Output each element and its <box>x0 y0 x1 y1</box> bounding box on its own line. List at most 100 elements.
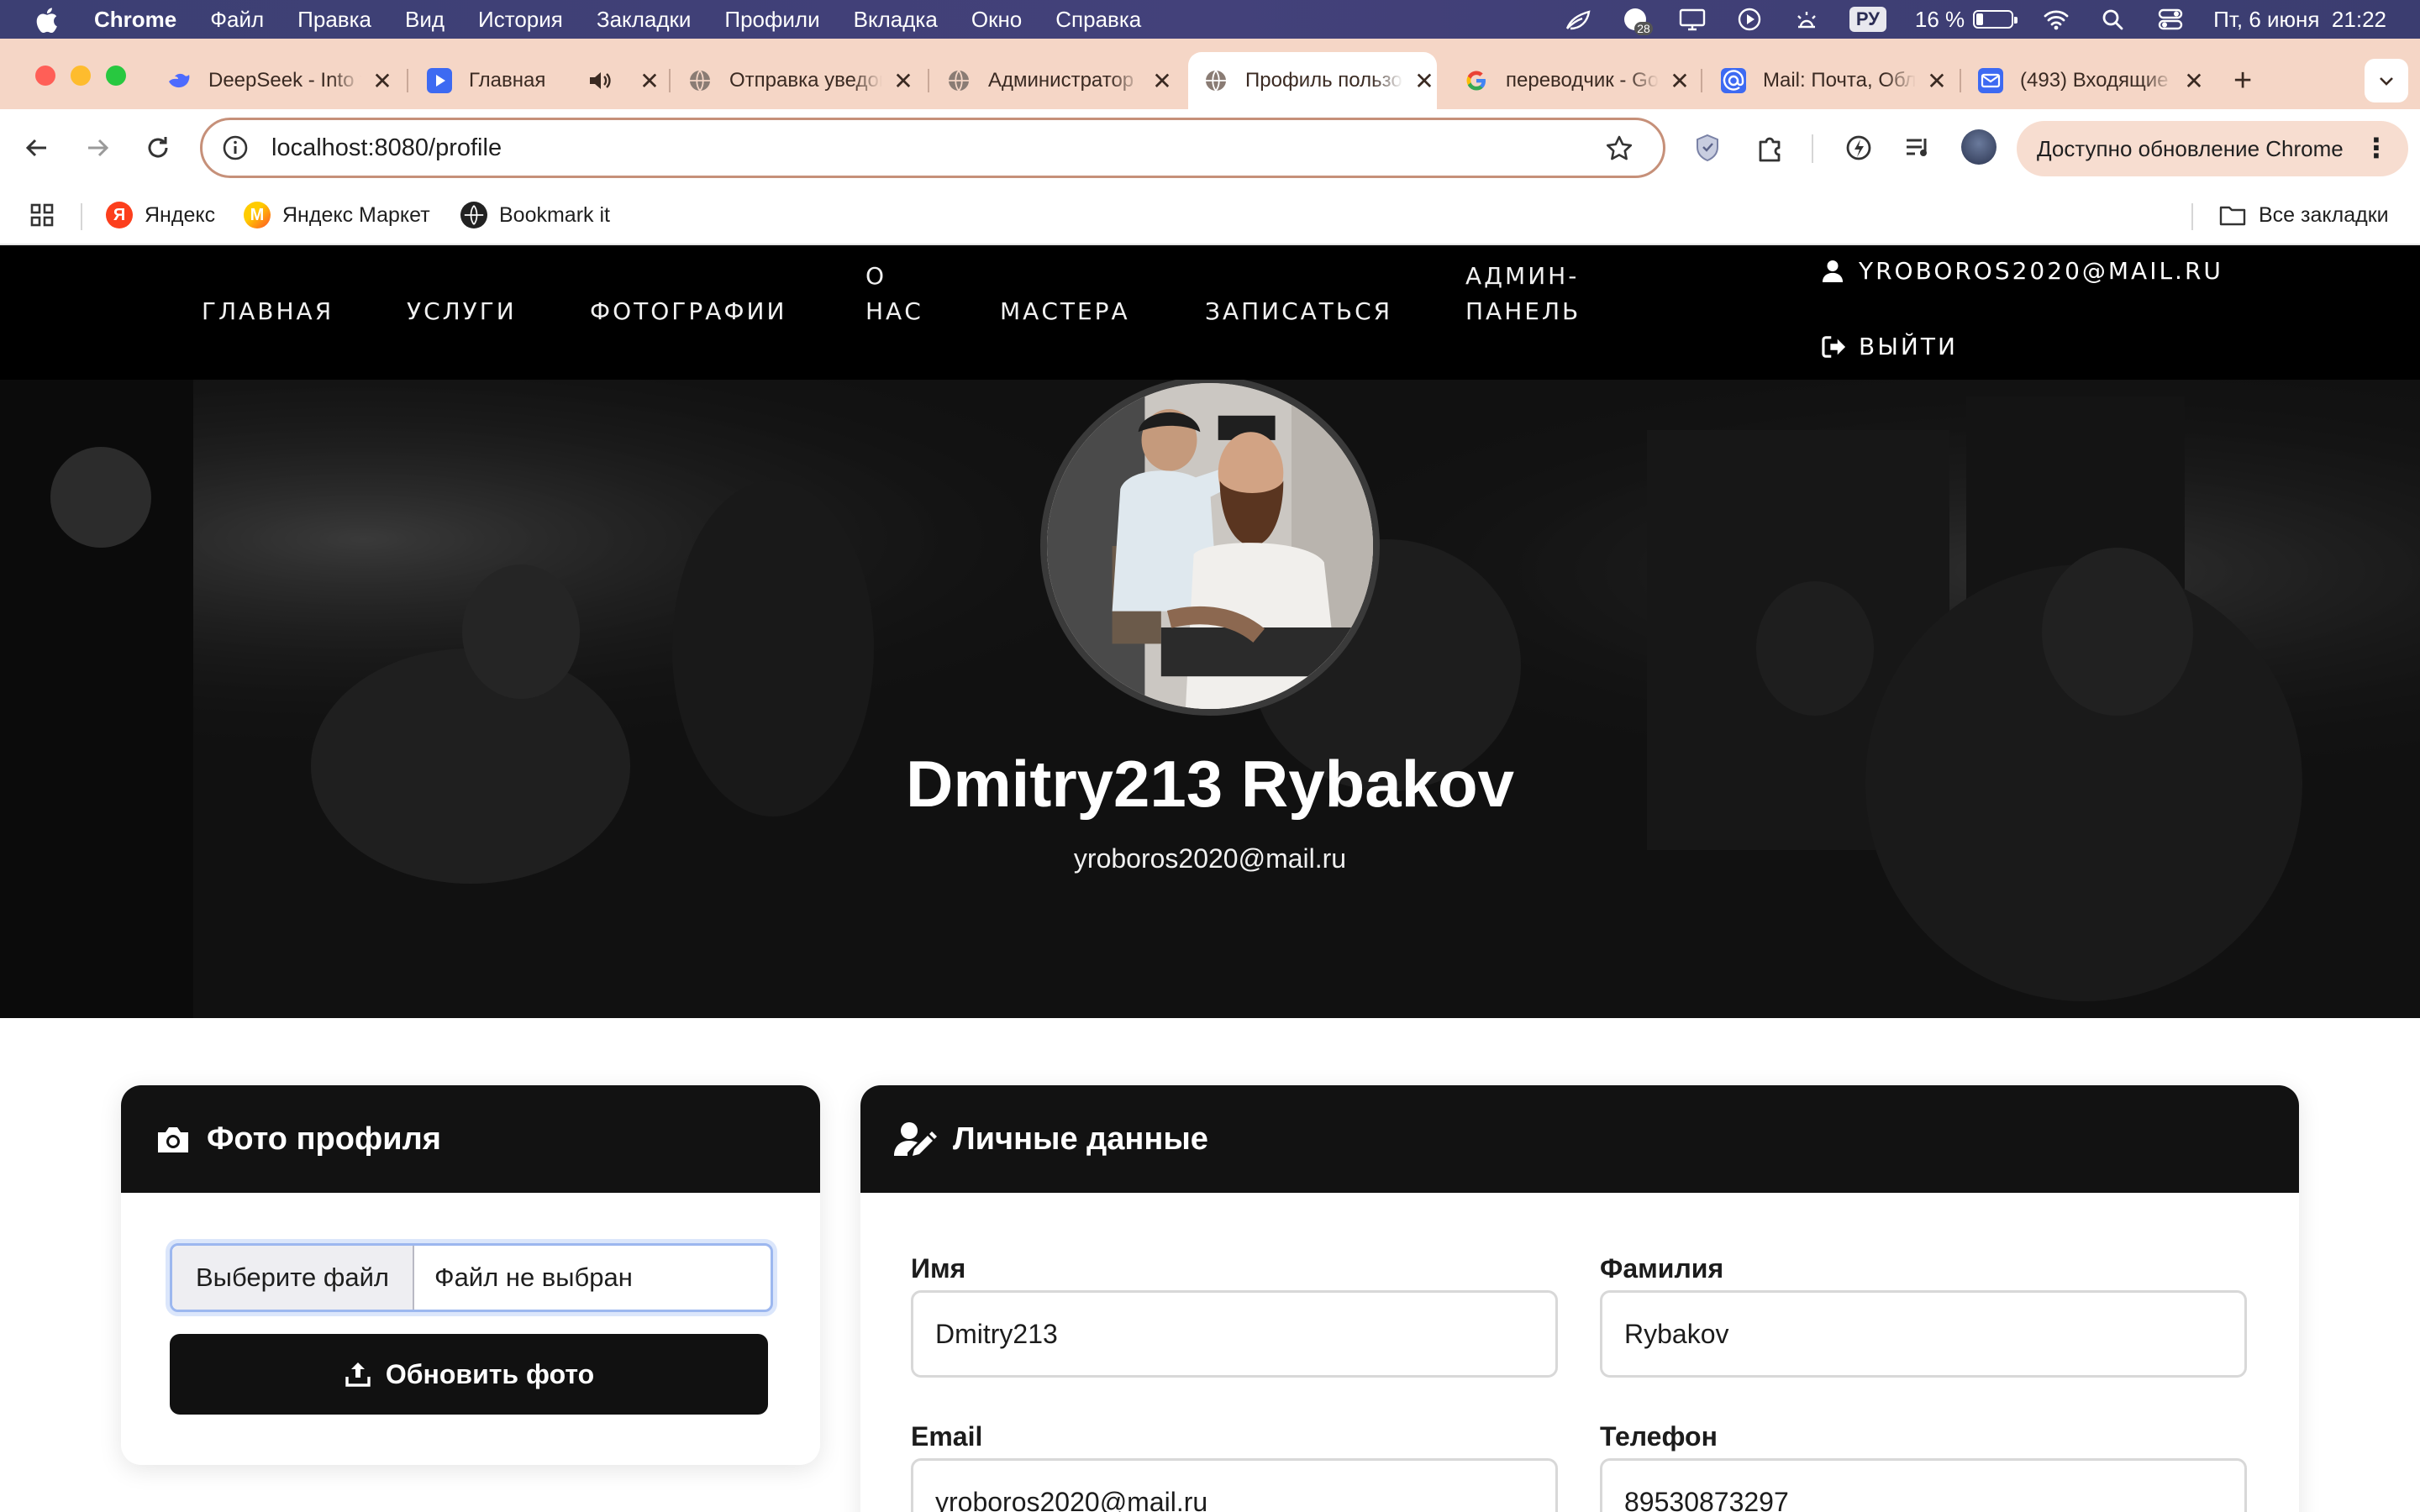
battery-status[interactable]: 16 % <box>1914 6 2018 33</box>
user-icon <box>1822 260 1844 282</box>
nav-link-services[interactable]: Услуги <box>407 294 517 329</box>
profile-full-name: Dmitry213 Rybakov <box>905 747 1514 821</box>
menu-tab[interactable]: Вкладка <box>854 7 938 33</box>
leaf-status-icon[interactable] <box>1564 7 1592 32</box>
minimize-window-button[interactable] <box>71 66 91 86</box>
file-status-text: Файл не выбран <box>434 1263 633 1292</box>
media-queue-icon[interactable] <box>1901 131 1934 165</box>
battery-icon <box>1973 10 2018 29</box>
reload-icon[interactable] <box>139 129 176 166</box>
tab-notifications[interactable]: Отправка уведомлений ✕ <box>672 52 916 109</box>
folder-icon <box>2219 206 2246 226</box>
play-icon <box>427 68 452 93</box>
close-tab-icon[interactable]: ✕ <box>1412 67 1437 95</box>
profile-avatar-image <box>1040 380 1380 716</box>
logout-icon <box>1822 335 1846 358</box>
bookmark-yandex[interactable]: Я Яндекс <box>106 197 215 234</box>
bookmark-yandex-market[interactable]: M Яндекс Маркет <box>244 197 430 234</box>
fullscreen-window-button[interactable] <box>106 66 126 86</box>
close-tab-icon[interactable]: ✕ <box>891 67 916 95</box>
close-tab-icon[interactable]: ✕ <box>1150 67 1175 95</box>
tab-deepseek[interactable]: DeepSeek - Into the Unknown ✕ <box>151 52 395 109</box>
nav-link-about-line1[interactable]: О <box>865 259 886 294</box>
nav-link-book[interactable]: Записаться <box>1205 294 1392 329</box>
media-play-icon[interactable] <box>1735 7 1764 32</box>
nav-user-account[interactable]: yroboros2020@mail.ru <box>1822 257 2223 285</box>
extensions-puzzle-icon[interactable] <box>1753 131 1786 165</box>
menu-profiles[interactable]: Профили <box>724 7 819 33</box>
google-icon <box>1464 68 1489 93</box>
bookmark-bookmark-it[interactable]: Bookmark it <box>460 197 610 234</box>
shield-extension-icon[interactable] <box>1691 131 1724 165</box>
apps-grid-icon[interactable] <box>29 197 55 234</box>
choose-file-button[interactable]: Выберите файл <box>172 1246 414 1310</box>
performance-icon[interactable] <box>1842 131 1876 165</box>
tab-admin[interactable]: Администратор ✕ <box>931 52 1175 109</box>
nav-link-photos[interactable]: Фотографии <box>590 294 786 329</box>
close-tab-icon[interactable]: ✕ <box>1667 67 1692 95</box>
profile-photo-card: Фото профиля Выберите файл Файл не выбра… <box>121 1085 820 1465</box>
tab-mail-ru[interactable]: Mail: Почта, Облако ✕ <box>1706 52 1949 109</box>
menu-view[interactable]: Вид <box>405 7 445 33</box>
brightness-icon[interactable] <box>1792 7 1821 32</box>
menu-history[interactable]: История <box>478 7 563 33</box>
battery-percent: 16 % <box>1914 6 1965 32</box>
email-input[interactable]: yroboros2020@mail.ru <box>911 1458 1558 1512</box>
notification-badge-icon[interactable]: 28 <box>1621 7 1653 35</box>
close-tab-icon[interactable]: ✕ <box>1924 67 1949 95</box>
clock[interactable]: Пт, 6 июня 21:22 <box>2213 7 2386 33</box>
close-tab-icon[interactable]: ✕ <box>370 67 395 95</box>
window-controls <box>35 66 126 86</box>
spotlight-search-icon[interactable] <box>2099 7 2128 32</box>
site-info-icon[interactable] <box>221 134 250 162</box>
camera-icon <box>158 1127 188 1152</box>
menu-file[interactable]: Файл <box>210 7 264 33</box>
nav-link-admin-line2[interactable]: панель <box>1465 294 1581 329</box>
new-tab-plus-icon[interactable]: + <box>2233 64 2252 97</box>
close-tab-icon[interactable]: ✕ <box>637 67 662 95</box>
tab-translator[interactable]: переводчик - Google ✕ <box>1449 52 1692 109</box>
last-name-input[interactable]: Rybakov <box>1600 1290 2247 1378</box>
address-bar[interactable]: localhost:8080/profile <box>200 118 1665 178</box>
update-photo-button[interactable]: Обновить фото <box>170 1334 768 1415</box>
input-language-badge[interactable]: РУ <box>1849 7 1886 32</box>
tab-inbox[interactable]: (493) Входящие ✕ <box>1963 52 2207 109</box>
nav-link-about-line2[interactable]: нас <box>865 294 923 329</box>
wifi-icon[interactable] <box>2042 7 2070 32</box>
menu-help[interactable]: Справка <box>1055 7 1141 33</box>
chrome-update-button[interactable]: Доступно обновление Chrome ⋮ <box>2017 121 2408 176</box>
nav-link-admin-line1[interactable]: Админ- <box>1465 259 1579 294</box>
upload-icon <box>345 1362 371 1387</box>
more-menu-icon[interactable]: ⋮ <box>2363 134 2390 161</box>
tab-search-chevron-icon[interactable] <box>2365 59 2408 102</box>
tab-title: Отправка уведомлений <box>729 69 882 92</box>
close-tab-icon[interactable]: ✕ <box>2181 67 2207 95</box>
back-arrow-icon[interactable] <box>18 129 55 166</box>
forward-arrow-icon[interactable] <box>79 129 116 166</box>
nav-link-home[interactable]: Главная <box>202 294 334 329</box>
phone-input[interactable]: 89530873297 <box>1600 1458 2247 1512</box>
url-text[interactable]: localhost:8080/profile <box>271 134 502 162</box>
menu-bookmarks[interactable]: Закладки <box>597 7 692 33</box>
last-name-label: Фамилия <box>1600 1253 1724 1284</box>
photo-file-input[interactable]: Выберите файл Файл не выбран <box>170 1243 773 1312</box>
bookmark-star-icon[interactable] <box>1604 134 1634 164</box>
close-window-button[interactable] <box>35 66 55 86</box>
tab-audio[interactable]: ✕ <box>571 52 660 109</box>
menu-app-name[interactable]: Chrome <box>94 7 176 33</box>
personal-data-card: Личные данные Имя Dmitry213 Фамилия Ryba… <box>860 1085 2299 1512</box>
nav-link-masters[interactable]: Мастера <box>1000 294 1130 329</box>
menu-window[interactable]: Окно <box>971 7 1022 33</box>
tab-title: Mail: Почта, Облако <box>1763 69 1916 92</box>
first-name-input[interactable]: Dmitry213 <box>911 1290 1558 1378</box>
apple-logo-icon[interactable] <box>34 7 59 34</box>
control-center-icon[interactable] <box>2156 7 2185 32</box>
logout-label: Выйти <box>1859 333 1958 360</box>
menu-edit[interactable]: Правка <box>297 7 371 33</box>
speaker-icon <box>587 68 612 93</box>
tab-profile-active[interactable]: Профиль пользователя ✕ <box>1188 52 1437 109</box>
nav-logout-link[interactable]: Выйти <box>1822 333 1958 360</box>
profile-avatar-icon[interactable] <box>1961 129 1996 165</box>
all-bookmarks[interactable]: Все закладки <box>2218 197 2389 234</box>
display-icon[interactable] <box>1678 7 1707 32</box>
